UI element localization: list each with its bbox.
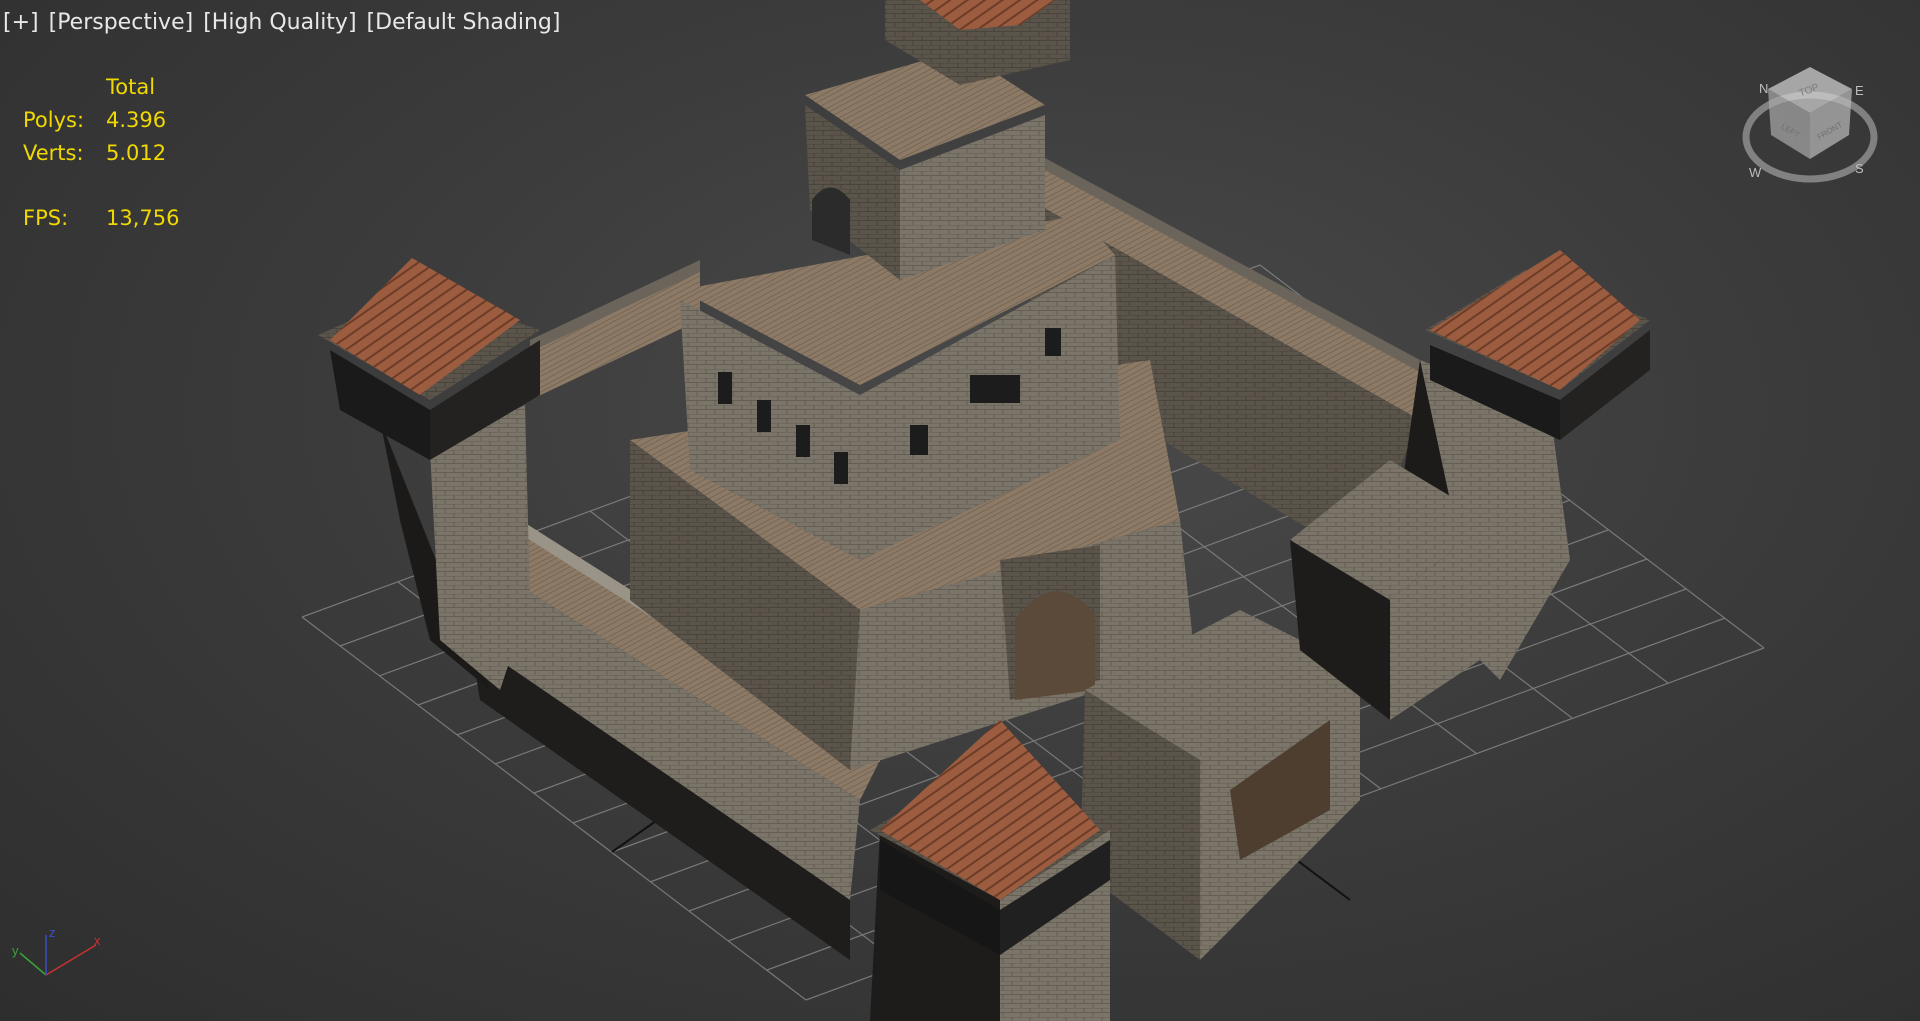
viewport-quality-menu[interactable]: [High Quality] — [203, 10, 356, 35]
x-axis-line — [45, 944, 97, 976]
stats-verts-row: Verts: 5.012 — [23, 137, 179, 170]
stats-polys-value: 4.396 — [106, 108, 167, 132]
stats-fps-row: FPS: 13,756 — [23, 202, 179, 235]
viewport-point-of-view-menu[interactable]: [Perspective] — [49, 10, 194, 35]
stats-verts-label: Verts: — [23, 141, 84, 165]
viewport-perspective[interactable]: [+] [Perspective] [High Quality] [Defaul… — [0, 0, 1920, 1021]
stats-header-row: Total — [23, 71, 179, 104]
viewport-label-menu[interactable]: [+] [Perspective] [High Quality] [Defaul… — [3, 10, 560, 35]
compass-east-label: E — [1855, 83, 1864, 98]
stats-fps-label: FPS: — [23, 206, 69, 230]
statistics-overlay: Total Polys: 4.396 Verts: 5.012 FPS: 13,… — [23, 71, 179, 235]
castle-scene[interactable] — [0, 0, 1920, 1021]
stats-polys-label: Polys: — [23, 108, 85, 132]
stats-total-header: Total — [106, 75, 156, 99]
compass-north-label: N — [1759, 81, 1768, 96]
y-axis-line — [19, 952, 47, 976]
front-corner-tower — [870, 720, 1110, 1021]
stats-polys-row: Polys: 4.396 — [23, 104, 179, 137]
left-back-wall — [530, 260, 700, 400]
left-corner-tower — [318, 258, 540, 690]
axis-tripod-icon: x y z — [12, 925, 101, 976]
y-axis-label: y — [12, 943, 19, 958]
z-axis-label: z — [49, 925, 56, 940]
viewport-general-menu[interactable]: [+] — [3, 10, 39, 35]
viewport-shading-menu[interactable]: [Default Shading] — [367, 10, 561, 35]
stats-fps-value: 13,756 — [106, 206, 180, 230]
compass-west-label: W — [1749, 165, 1762, 180]
x-axis-label: x — [94, 933, 101, 948]
stats-verts-value: 5.012 — [106, 141, 167, 165]
viewcube-icon[interactable]: TOP LEFT FRONT N E S W — [1735, 55, 1885, 195]
compass-south-label: S — [1855, 161, 1864, 176]
